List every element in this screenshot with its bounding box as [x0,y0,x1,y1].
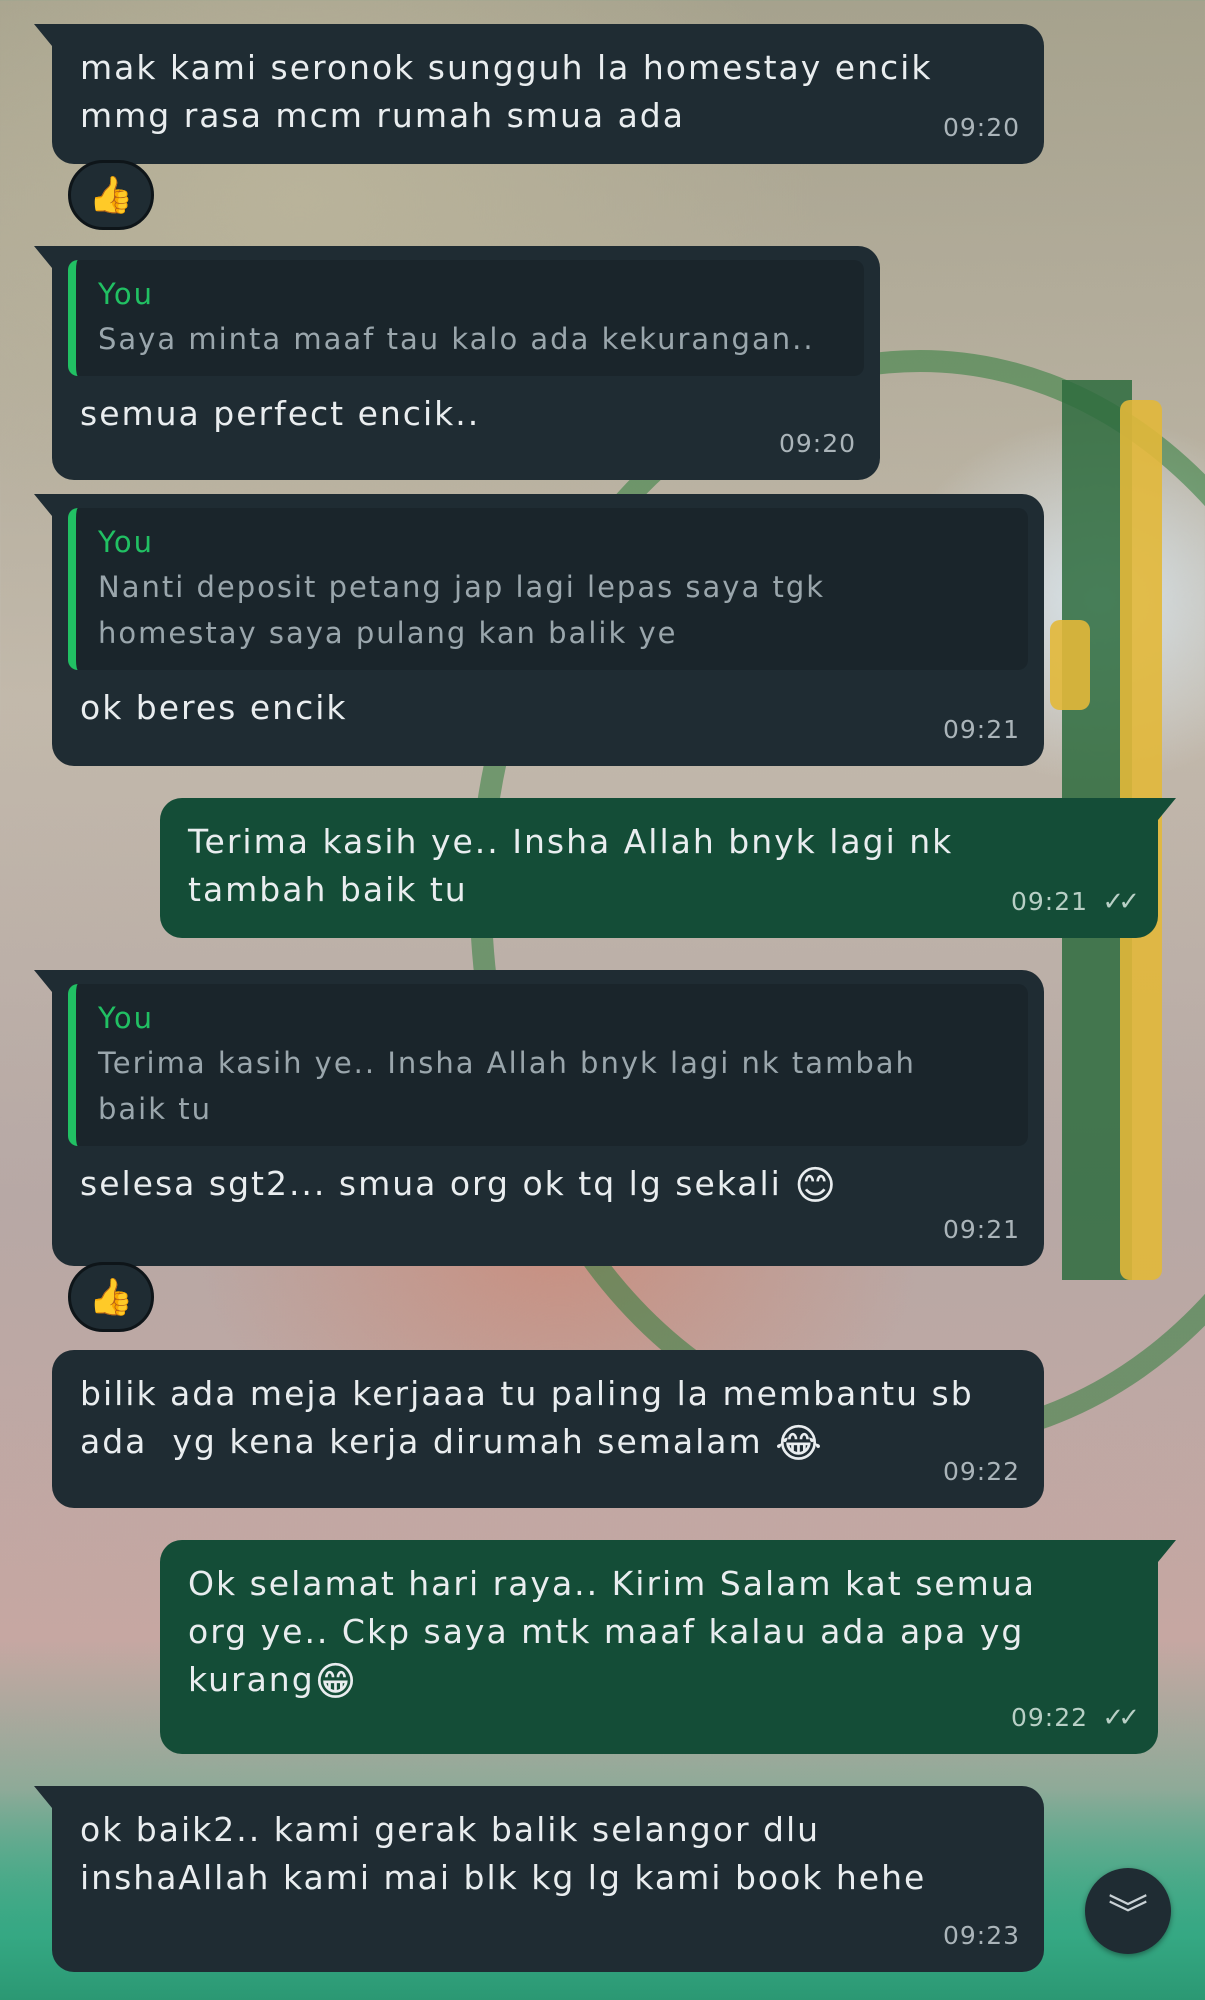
message-text: semua perfect encik.. [80,394,481,433]
thumbs-up-icon: 👍 [88,175,134,216]
message-incoming[interactable]: mak kami seronok sungguh la homestay enc… [34,24,1044,164]
message-incoming[interactable]: ok baik2.. kami gerak balik selangor dlu… [34,1786,1044,1972]
message-outgoing[interactable]: Terima kasih ye.. Insha Allah bnyk lagi … [160,798,1176,938]
message-time: 09:21 [1010,887,1088,916]
thumbs-up-icon: 👍 [88,1277,134,1318]
message-text: Ok selamat hari raya.. Kirim Salam kat s… [188,1564,1036,1705]
quote-text: Nanti deposit petang jap lagi lepas saya… [98,570,826,650]
message-text: mak kami seronok sungguh la homestay enc… [80,48,933,135]
quote-author: You [98,525,154,559]
quoted-message[interactable]: You Saya minta maaf tau kalo ada kekuran… [68,260,864,376]
message-time: 09:21 [942,1215,1020,1244]
message-time: 09:22 [942,1457,1020,1486]
read-receipt-icon: ✓✓ [1102,1703,1139,1733]
double-chevron-down-icon: ︾ [1108,1892,1148,1938]
grinning-face-emoji-icon: 😁 [314,1659,359,1705]
message-text: ok baik2.. kami gerak balik selangor dlu… [80,1810,927,1897]
quote-text: Terima kasih ye.. Insha Allah bnyk lagi … [98,1046,916,1126]
message-incoming[interactable]: bilik ada meja kerjaaa tu paling la memb… [52,1350,1044,1508]
message-text: ok beres encik [80,688,348,727]
message-incoming-reply[interactable]: You Saya minta maaf tau kalo ada kekuran… [34,246,880,480]
quote-author: You [98,1001,154,1035]
reaction-badge[interactable]: 👍 [68,1262,154,1332]
tears-of-joy-emoji-icon: 😂 [775,1421,824,1467]
message-time: 09:21 [942,715,1020,744]
smiling-face-emoji-icon: 😊 [794,1163,839,1209]
message-time: 09:23 [942,1921,1020,1950]
scroll-to-bottom-button[interactable]: ︾ [1085,1868,1171,1954]
message-incoming-reply[interactable]: You Terima kasih ye.. Insha Allah bnyk l… [34,970,1044,1266]
quote-author: You [98,277,154,311]
message-text: Terima kasih ye.. Insha Allah bnyk lagi … [188,822,954,909]
message-text: selesa sgt2... smua org ok tq lg sekali … [80,1163,839,1209]
message-time: 09:22 [1010,1703,1088,1732]
message-time: 09:20 [778,429,856,458]
quote-text: Saya minta maaf tau kalo ada kekurangan.… [98,322,815,356]
message-outgoing[interactable]: Ok selamat hari raya.. Kirim Salam kat s… [160,1540,1176,1754]
quoted-message[interactable]: You Terima kasih ye.. Insha Allah bnyk l… [68,984,1028,1146]
quoted-message[interactable]: You Nanti deposit petang jap lagi lepas … [68,508,1028,670]
message-incoming-reply[interactable]: You Nanti deposit petang jap lagi lepas … [34,494,1044,766]
message-text: bilik ada meja kerjaaa tu paling la memb… [80,1374,974,1467]
reaction-badge[interactable]: 👍 [68,160,154,230]
message-time: 09:20 [942,113,1020,142]
read-receipt-icon: ✓✓ [1102,887,1139,917]
